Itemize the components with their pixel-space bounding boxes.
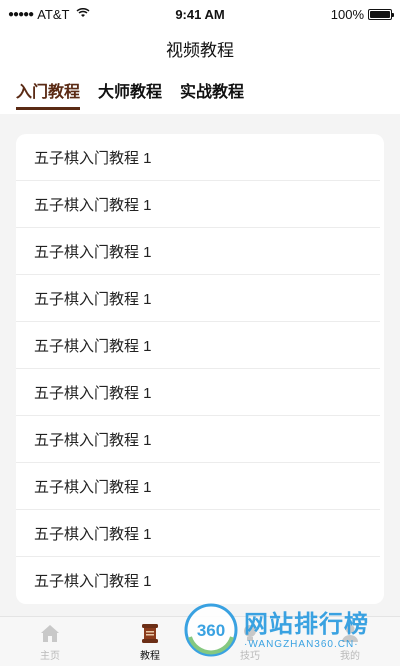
list-item[interactable]: 五子棋入门教程 1 [16, 134, 380, 181]
watermark-sub-text: ·WANGZHAN360.CN· [244, 638, 359, 650]
tabbar-home[interactable]: 主页 [0, 617, 100, 666]
tabbar-home-label: 主页 [40, 650, 60, 662]
wifi-icon [76, 7, 90, 21]
battery-fill [370, 10, 390, 18]
watermark-main-text: 网站排行榜 [244, 610, 369, 638]
battery-label: 100% [330, 6, 364, 22]
status-bar: ●●●●● AT&T 9:41 AM 100% [0, 0, 400, 28]
status-right: 100% [330, 6, 394, 22]
watermark-logo-text: 360 [197, 621, 225, 640]
list-item[interactable]: 五子棋入门教程 1 [16, 416, 380, 463]
watermark-text: 网站排行榜 ·WANGZHAN360.CN· [244, 611, 369, 650]
tab-strip: 入门教程 大师教程 实战教程 [0, 68, 400, 114]
list-item[interactable]: 五子棋入门教程 1 [16, 557, 380, 604]
tabbar-tutorial-label: 教程 [140, 650, 160, 662]
battery-icon [368, 8, 394, 20]
status-left: ●●●●● AT&T [8, 7, 90, 22]
signal-icon: ●●●●● [8, 8, 34, 20]
list-item[interactable]: 五子棋入门教程 1 [16, 322, 380, 369]
list-item[interactable]: 五子棋入门教程 1 [16, 510, 380, 557]
home-icon [41, 624, 59, 642]
list-item[interactable]: 五子棋入门教程 1 [16, 228, 380, 275]
tab-master[interactable]: 大师教程 [98, 78, 162, 107]
scroll-icon [142, 623, 158, 643]
watermark: 360 网站排行榜 ·WANGZHAN360.CN· [184, 602, 394, 658]
list-item[interactable]: 五子棋入门教程 1 [16, 369, 380, 416]
tab-beginner[interactable]: 入门教程 [16, 78, 81, 110]
page-title: 视频教程 [166, 40, 234, 60]
watermark-logo: 360 [184, 603, 238, 657]
tab-practice[interactable]: 实战教程 [180, 78, 244, 107]
list-item[interactable]: 五子棋入门教程 1 [16, 275, 380, 322]
list-item[interactable]: 五子棋入门教程 1 [16, 181, 380, 228]
list-item[interactable]: 五子棋入门教程 1 [16, 463, 380, 510]
carrier-label: AT&T [37, 6, 70, 22]
tutorial-list: 五子棋入门教程 1 五子棋入门教程 1 五子棋入门教程 1 五子棋入门教程 1 … [16, 134, 384, 604]
